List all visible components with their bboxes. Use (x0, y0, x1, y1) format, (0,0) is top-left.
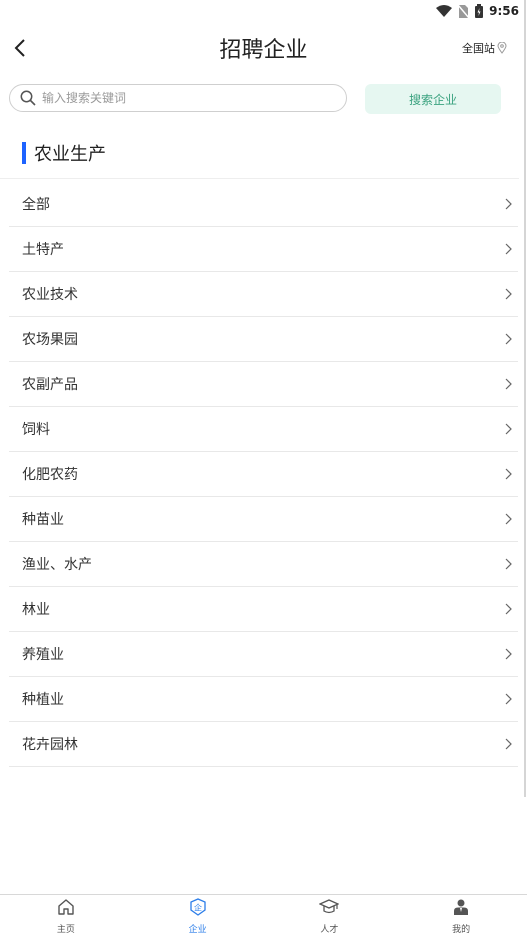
status-time: 9:56 (489, 4, 519, 18)
chevron-right-icon (505, 243, 512, 255)
list-item[interactable]: 种苗业 (9, 497, 518, 542)
enterprise-icon: 企 (189, 898, 207, 920)
list-item-label: 种植业 (22, 692, 64, 708)
site-selector[interactable]: 全国站 (462, 40, 507, 56)
list-item-label: 农场果园 (22, 332, 78, 348)
list-item[interactable]: 农业技术 (9, 272, 518, 317)
section-header: 农业生产 (22, 140, 106, 166)
list-item[interactable]: 农副产品 (9, 362, 518, 407)
no-sim-icon (458, 4, 470, 18)
site-label: 全国站 (462, 42, 495, 55)
list-item-label: 化肥农药 (22, 467, 78, 483)
list-item[interactable]: 饲料 (9, 407, 518, 452)
tab-enterprise[interactable]: 企企业 (132, 895, 264, 938)
chevron-right-icon (505, 288, 512, 300)
chevron-right-icon (505, 378, 512, 390)
chevron-right-icon (505, 558, 512, 570)
status-bar: 9:56 (0, 0, 527, 22)
list-item[interactable]: 渔业、水产 (9, 542, 518, 587)
tab-label: 人才 (320, 925, 339, 935)
list-item-label: 种苗业 (22, 512, 64, 528)
chevron-right-icon (505, 198, 512, 210)
search-box[interactable] (9, 84, 347, 112)
scrollbar[interactable] (524, 0, 526, 797)
list-item-label: 花卉园林 (22, 737, 78, 753)
chevron-right-icon (505, 738, 512, 750)
wifi-icon (436, 5, 453, 17)
section-accent-bar (22, 142, 26, 164)
list-item[interactable]: 土特产 (9, 227, 518, 272)
location-pin-icon (497, 42, 507, 54)
header: 招聘企业 全国站 (0, 28, 527, 68)
svg-text:企: 企 (194, 903, 202, 913)
search-enterprise-button[interactable]: 搜索企业 (365, 84, 501, 114)
tab-talent[interactable]: 人才 (264, 895, 396, 938)
chevron-right-icon (505, 468, 512, 480)
chevron-right-icon (505, 648, 512, 660)
tab-label: 我的 (452, 925, 471, 935)
page-title: 招聘企业 (219, 38, 308, 63)
list-item-label: 饲料 (22, 422, 50, 438)
list-item-label: 渔业、水产 (22, 557, 92, 573)
list-item[interactable]: 全部 (9, 182, 518, 227)
tab-label: 主页 (56, 925, 75, 935)
divider (0, 178, 519, 179)
list-item-label: 农副产品 (22, 377, 78, 393)
list-item[interactable]: 化肥农药 (9, 452, 518, 497)
chevron-right-icon (505, 333, 512, 345)
graduation-cap-icon (318, 898, 340, 920)
category-list: 全部土特产农业技术农场果园农副产品饲料化肥农药种苗业渔业、水产林业养殖业种植业花… (9, 182, 518, 767)
list-item-label: 养殖业 (22, 647, 64, 663)
list-item[interactable]: 农场果园 (9, 317, 518, 362)
list-item-label: 全部 (22, 197, 50, 213)
chevron-right-icon (505, 513, 512, 525)
list-item[interactable]: 养殖业 (9, 632, 518, 677)
section-title: 农业生产 (34, 144, 106, 165)
list-item[interactable]: 花卉园林 (9, 722, 518, 767)
list-item[interactable]: 林业 (9, 587, 518, 632)
search-row: 搜索企业 (0, 84, 527, 114)
list-item-label: 林业 (22, 602, 50, 618)
tab-home[interactable]: 主页 (0, 895, 132, 938)
search-input[interactable] (42, 91, 322, 105)
bottom-tab-bar: 主页企企业 人才 我的 (0, 894, 527, 938)
chevron-right-icon (505, 603, 512, 615)
tab-label: 企业 (188, 925, 207, 935)
home-icon (57, 898, 75, 920)
user-icon (452, 898, 470, 920)
list-item-label: 土特产 (22, 242, 64, 258)
chevron-right-icon (505, 423, 512, 435)
list-item[interactable]: 种植业 (9, 677, 518, 722)
list-item-label: 农业技术 (22, 287, 78, 303)
chevron-right-icon (505, 693, 512, 705)
tab-mine[interactable]: 我的 (395, 895, 527, 938)
battery-icon (475, 4, 484, 18)
search-icon (20, 90, 36, 106)
